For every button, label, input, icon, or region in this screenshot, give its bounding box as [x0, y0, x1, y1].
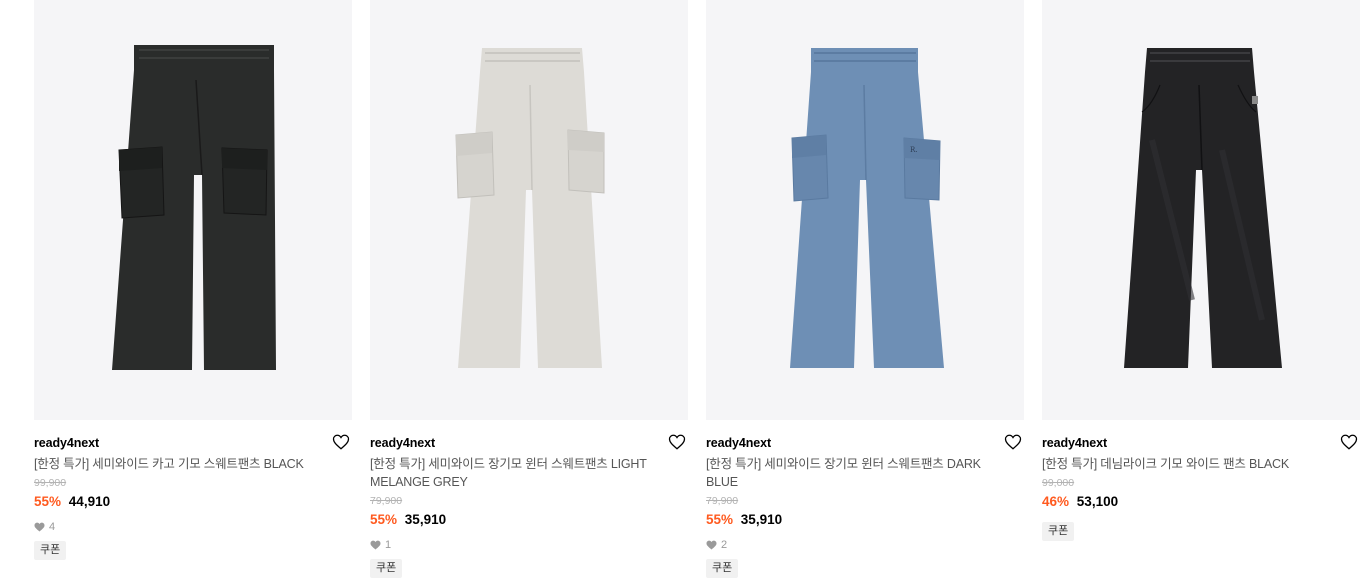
product-brand[interactable]: ready4next: [370, 435, 688, 451]
filled-heart-icon: [706, 540, 717, 550]
like-count-value: 2: [721, 539, 728, 551]
discount-rate: 55%: [34, 494, 62, 509]
discount-rate: 46%: [1042, 494, 1070, 509]
product-image[interactable]: [370, 0, 688, 420]
original-price: 79,900: [706, 495, 739, 507]
product-info: ready4next [한정 특가] 데님라이크 기모 와이드 팬츠 BLACK…: [1042, 420, 1360, 541]
like-count: 1: [370, 538, 688, 552]
product-brand[interactable]: ready4next: [706, 435, 1024, 451]
svg-text:R.: R.: [910, 146, 918, 154]
price-row: 55% 35,910: [370, 511, 688, 528]
pants-image-cargo-grey: [455, 48, 605, 368]
heart-icon[interactable]: [1340, 433, 1358, 451]
like-count-value: 1: [385, 539, 392, 551]
product-title[interactable]: [한정 특가] 세미와이드 장기모 윈터 스웨트팬츠 DARK BLUE: [706, 455, 1006, 491]
discount-rate: 55%: [370, 512, 398, 527]
product-info: ready4next [한정 특가] 세미와이드 카고 기모 스웨트팬츠 BLA…: [34, 420, 352, 560]
coupon-badge: 쿠폰: [370, 559, 403, 578]
like-count-value: 4: [49, 521, 56, 533]
sale-price: 53,100: [1076, 494, 1119, 509]
heart-icon[interactable]: [1004, 433, 1022, 451]
product-card[interactable]: R. ready4next [한정 특가] 세미와이드 장기모 윈터 스웨트팬츠…: [706, 0, 1024, 578]
product-info: ready4next [한정 특가] 세미와이드 장기모 윈터 스웨트팬츠 DA…: [706, 420, 1024, 578]
heart-icon[interactable]: [332, 433, 350, 451]
like-count: 4: [34, 520, 352, 534]
product-image[interactable]: R.: [706, 0, 1024, 420]
like-count: 2: [706, 538, 1024, 552]
product-brand[interactable]: ready4next: [34, 435, 352, 451]
coupon-badge: 쿠폰: [34, 541, 67, 560]
price-row: 46% 53,100: [1042, 493, 1360, 510]
coupon-badge: 쿠폰: [706, 559, 739, 578]
original-price: 79,900: [370, 495, 403, 507]
product-image[interactable]: [1042, 0, 1360, 420]
product-card[interactable]: ready4next [한정 특가] 데님라이크 기모 와이드 팬츠 BLACK…: [1042, 0, 1360, 541]
pants-image-cargo-blue: R.: [790, 48, 944, 368]
sale-price: 35,910: [404, 512, 447, 527]
product-brand[interactable]: ready4next: [1042, 435, 1360, 451]
coupon-badge: 쿠폰: [1042, 522, 1075, 541]
filled-heart-icon: [34, 522, 45, 532]
product-info: ready4next [한정 특가] 세미와이드 장기모 윈터 스웨트팬츠 LI…: [370, 420, 688, 578]
product-image[interactable]: [34, 0, 352, 420]
sale-price: 44,910: [68, 494, 111, 509]
price-row: 55% 44,910: [34, 493, 352, 510]
product-grid: ready4next [한정 특가] 세미와이드 카고 기모 스웨트팬츠 BLA…: [0, 0, 1368, 586]
original-price: 99,900: [34, 477, 67, 489]
product-card[interactable]: ready4next [한정 특가] 세미와이드 장기모 윈터 스웨트팬츠 LI…: [370, 0, 688, 578]
product-card[interactable]: ready4next [한정 특가] 세미와이드 카고 기모 스웨트팬츠 BLA…: [34, 0, 352, 560]
original-price: 99,000: [1042, 477, 1075, 489]
price-row: 55% 35,910: [706, 511, 1024, 528]
filled-heart-icon: [370, 540, 381, 550]
discount-rate: 55%: [706, 512, 734, 527]
heart-icon[interactable]: [668, 433, 686, 451]
product-title[interactable]: [한정 특가] 데님라이크 기모 와이드 팬츠 BLACK: [1042, 455, 1342, 473]
sale-price: 35,910: [740, 512, 783, 527]
pants-image-cargo-black: [112, 45, 276, 370]
pants-image-denim-black: [1124, 48, 1282, 368]
product-title[interactable]: [한정 특가] 세미와이드 장기모 윈터 스웨트팬츠 LIGHT MELANGE…: [370, 455, 670, 491]
product-title[interactable]: [한정 특가] 세미와이드 카고 기모 스웨트팬츠 BLACK: [34, 455, 334, 473]
